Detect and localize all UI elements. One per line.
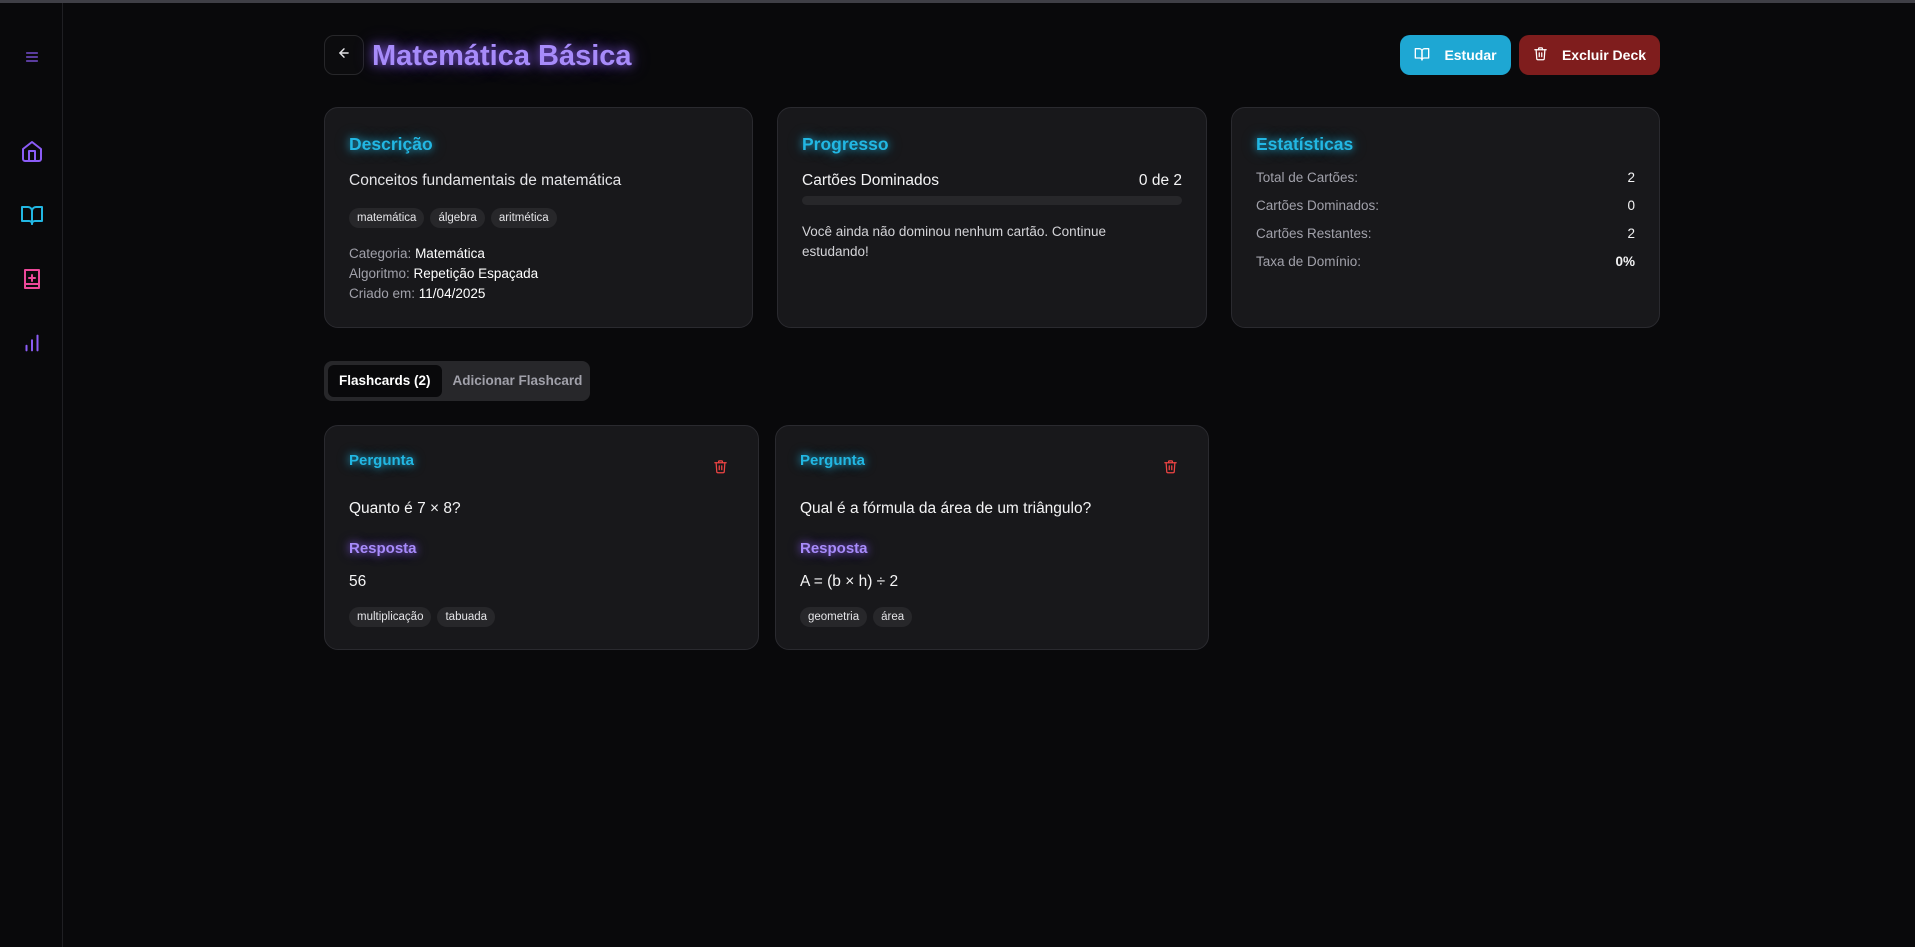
tab-list: Flashcards (2) Adicionar Flashcard — [324, 361, 590, 401]
answer-label: Resposta — [800, 540, 868, 557]
arrow-left-icon — [337, 46, 351, 65]
flashcard-tags: geometria área — [800, 607, 913, 627]
menu-icon[interactable] — [16, 41, 48, 73]
algorithm-row: Algoritmo: Repetição Espaçada — [349, 266, 538, 281]
stat-label: Cartões Restantes: — [1256, 226, 1372, 241]
trash-icon — [1163, 459, 1178, 479]
statistics-card: Estatísticas Total de Cartões: 2 Cartões… — [1231, 107, 1660, 328]
study-button[interactable]: Estudar — [1400, 35, 1511, 75]
delete-flashcard-button[interactable] — [710, 459, 730, 479]
delete-deck-button[interactable]: Excluir Deck — [1519, 35, 1660, 75]
bar-chart-icon[interactable] — [16, 327, 48, 359]
tag: álgebra — [430, 208, 485, 228]
algorithm-label: Algoritmo: — [349, 266, 410, 281]
stat-row-mastered: Cartões Dominados: 0 — [1256, 198, 1635, 213]
tag: matemática — [349, 208, 425, 228]
statistics-title: Estatísticas — [1256, 134, 1354, 154]
description-card: Descrição Conceitos fundamentais de mate… — [324, 107, 753, 328]
stat-label: Total de Cartões: — [1256, 170, 1359, 185]
trash-icon — [713, 459, 728, 479]
flashcard: Pergunta Qual é a fórmula da área de um … — [775, 425, 1209, 650]
stat-row-total: Total de Cartões: 2 — [1256, 170, 1635, 185]
progress-bar — [802, 196, 1182, 205]
progress-note: Você ainda não dominou nenhum cartão. Co… — [802, 224, 1106, 259]
algorithm-value: Repetição Espaçada — [413, 266, 539, 281]
delete-flashcard-button[interactable] — [1160, 459, 1180, 479]
question-label: Pergunta — [349, 452, 415, 469]
answer-text: A = (b × h) ÷ 2 — [800, 573, 899, 590]
stat-label: Cartões Dominados: — [1256, 198, 1380, 213]
category-label: Categoria: — [349, 246, 412, 261]
stat-label: Taxa de Domínio: — [1256, 254, 1362, 269]
description-text: Conceitos fundamentais de matemática — [349, 172, 622, 189]
description-title: Descrição — [349, 134, 433, 154]
page-title: Matemática Básica — [372, 40, 632, 72]
tag: multiplicação — [349, 607, 432, 627]
stat-value: 0% — [1615, 254, 1635, 269]
answer-text: 56 — [349, 573, 367, 590]
tag: tabuada — [437, 607, 496, 627]
home-icon[interactable] — [16, 135, 48, 167]
progress-card: Progresso Cartões Dominados 0 de 2 Você … — [777, 107, 1207, 328]
description-tags: matemática álgebra aritmética — [349, 208, 557, 228]
stat-value: 2 — [1627, 170, 1635, 185]
progress-label: Cartões Dominados — [802, 172, 939, 189]
question-text: Qual é a fórmula da área de um triângulo… — [800, 500, 1092, 517]
delete-deck-label: Excluir Deck — [1561, 47, 1647, 63]
created-label: Criado em: — [349, 286, 416, 301]
book-plus-icon[interactable] — [16, 263, 48, 295]
category-row: Categoria: Matemática — [349, 246, 485, 261]
created-row: Criado em: 11/04/2025 — [349, 286, 485, 301]
stat-value: 2 — [1627, 226, 1635, 241]
progress-title: Progresso — [802, 134, 889, 154]
flashcard: Pergunta Quanto é 7 × 8? Resposta 56 mul… — [324, 425, 759, 650]
answer-label: Resposta — [349, 540, 417, 557]
trash-icon — [1533, 46, 1548, 64]
question-text: Quanto é 7 × 8? — [349, 500, 461, 517]
stat-row-remaining: Cartões Restantes: 2 — [1256, 226, 1635, 241]
sidebar — [0, 3, 63, 947]
stat-row-mastery-rate: Taxa de Domínio: 0% — [1256, 254, 1635, 269]
tag: geometria — [800, 607, 868, 627]
book-open-icon[interactable] — [16, 199, 48, 231]
tab-add-flashcard[interactable]: Adicionar Flashcard — [442, 365, 594, 397]
study-button-label: Estudar — [1444, 47, 1497, 63]
book-open-icon — [1414, 46, 1430, 65]
category-value: Matemática — [415, 246, 485, 261]
progress-count: 0 de 2 — [1138, 172, 1182, 189]
question-label: Pergunta — [800, 452, 866, 469]
tab-flashcards[interactable]: Flashcards (2) — [328, 365, 442, 397]
created-value: 11/04/2025 — [418, 286, 486, 301]
stat-value: 0 — [1627, 198, 1635, 213]
back-button[interactable] — [324, 35, 364, 75]
window-top-border — [0, 0, 1915, 3]
tag: área — [873, 607, 913, 627]
tag: aritmética — [490, 208, 557, 228]
flashcard-tags: multiplicação tabuada — [349, 607, 496, 627]
